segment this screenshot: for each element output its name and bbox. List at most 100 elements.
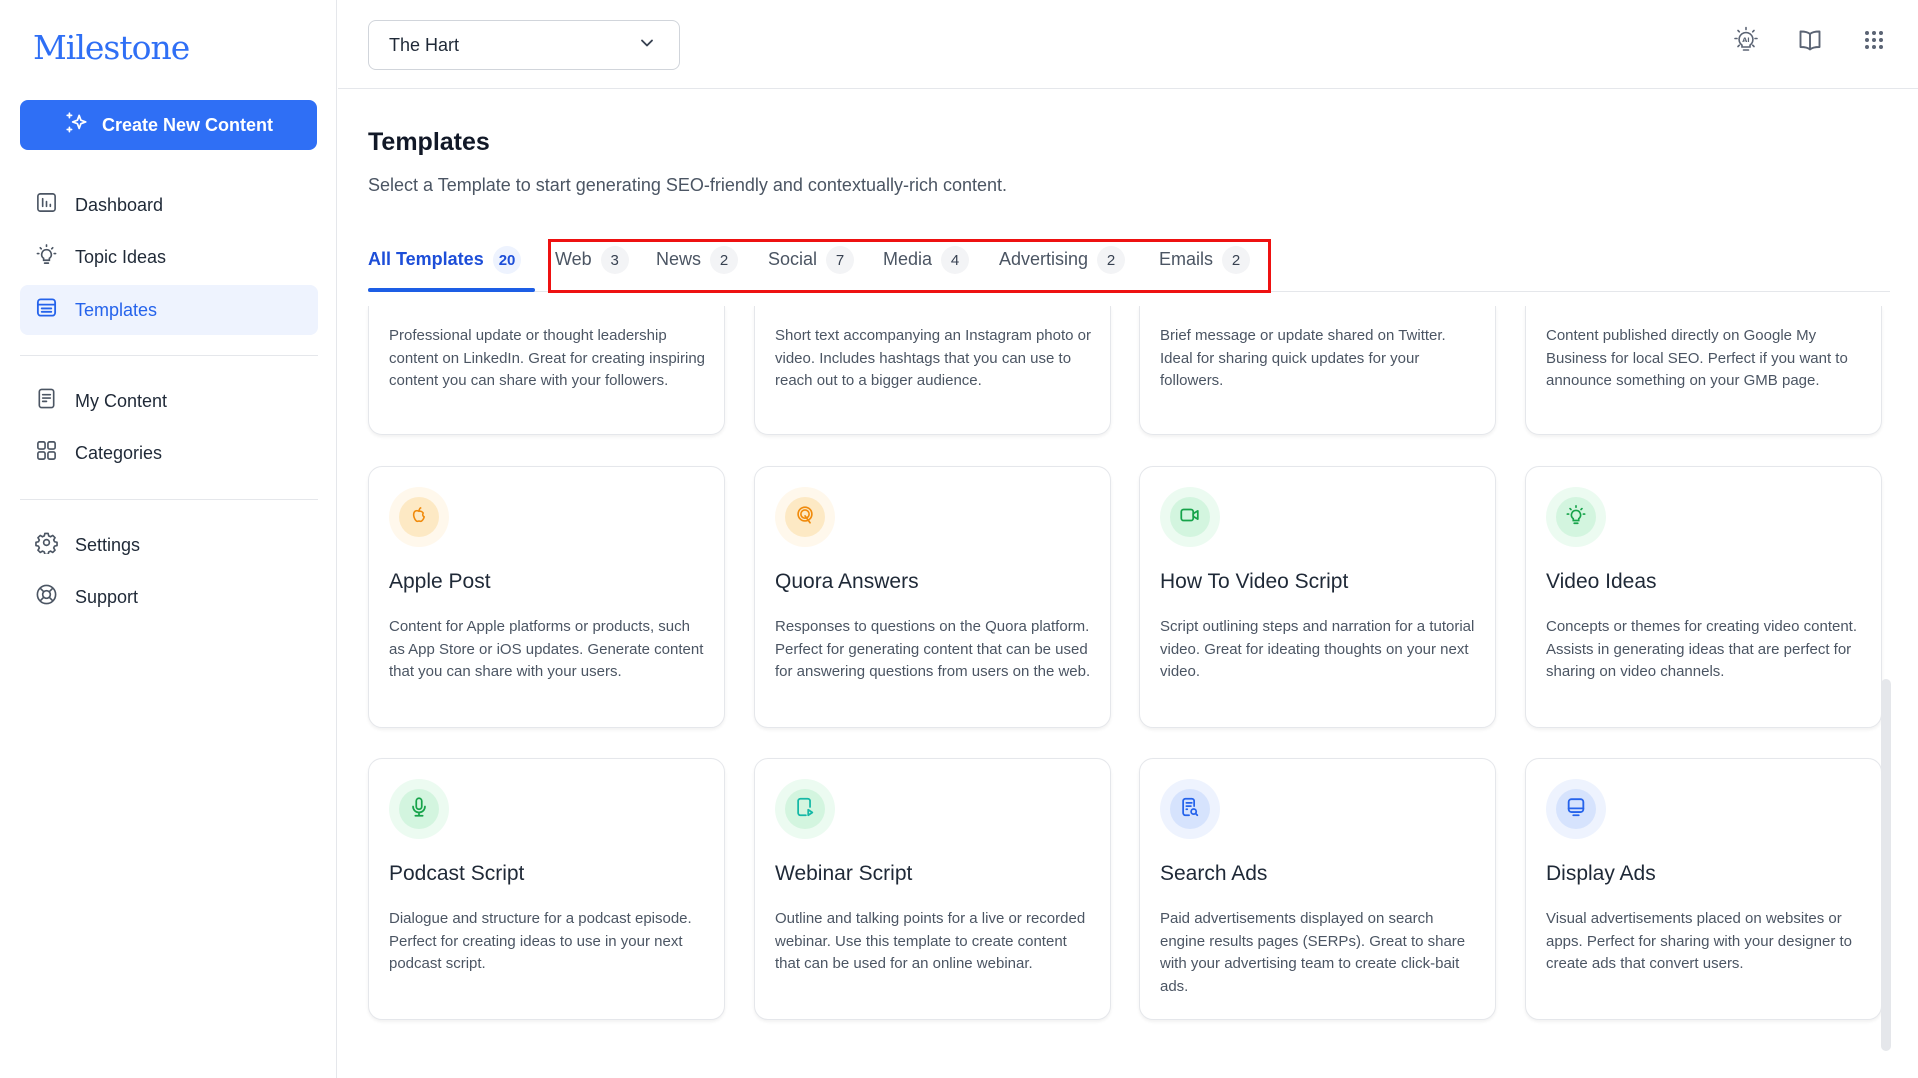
card-description: Script outlining steps and narration for… <box>1160 618 1475 681</box>
sidebar-item-my-content[interactable]: My Content <box>20 376 318 426</box>
template-card-how-to-video-script[interactable]: How To Video Script Script outlining ste… <box>1139 466 1496 728</box>
tab-advertising[interactable]: Advertising 2 <box>999 243 1126 291</box>
tab-label: Media <box>883 249 933 269</box>
tab-count-badge: 3 <box>600 246 629 274</box>
sidebar-item-templates[interactable]: Templates <box>20 285 318 335</box>
card-description: Professional update or thought leadershi… <box>389 327 706 390</box>
apps-grid-icon <box>1860 26 1888 59</box>
sidebar-item-topic-ideas[interactable]: Topic Ideas <box>20 232 318 282</box>
tab-count-badge: 4 <box>941 246 970 274</box>
tab-label: News <box>656 249 702 269</box>
tab-emails[interactable]: Emails 2 <box>1159 243 1251 291</box>
tab-label: Advertising <box>999 249 1089 269</box>
grid-icon <box>35 439 58 467</box>
tab-label: Emails <box>1159 249 1214 269</box>
lightbulb-icon <box>35 243 58 271</box>
template-card-instagram-post[interactable]: Short text accompanying an Instagram pho… <box>754 306 1111 435</box>
monitor-icon <box>1565 796 1587 823</box>
card-description: Short text accompanying an Instagram pho… <box>775 327 1092 390</box>
templates-grid: Professional update or thought leadershi… <box>338 306 1898 1078</box>
card-description: Content for Apple platforms or products,… <box>389 618 704 681</box>
template-card-webinar-script[interactable]: Webinar Script Outline and talking point… <box>754 758 1111 1020</box>
template-card-gmb-post[interactable]: Content published directly on Google My … <box>1525 306 1882 435</box>
ai-assistant-button[interactable]: AI <box>1732 26 1760 56</box>
lifebuoy-icon <box>35 583 58 611</box>
card-description: Dialogue and structure for a podcast epi… <box>389 910 692 973</box>
webinar-play-icon <box>794 796 816 823</box>
documentation-button[interactable] <box>1796 28 1824 56</box>
sidebar-item-label: Settings <box>75 534 141 555</box>
template-card-linkedin-post[interactable]: Professional update or thought leadershi… <box>368 306 725 435</box>
sidebar: Milestone Create New Content Dashboard T… <box>0 0 337 1078</box>
app-root: Milestone Create New Content Dashboard T… <box>0 0 1918 1078</box>
sidebar-item-dashboard[interactable]: Dashboard <box>20 180 318 230</box>
template-card-twitter-post[interactable]: Brief message or update shared on Twitte… <box>1139 306 1496 435</box>
sidebar-item-support[interactable]: Support <box>20 572 318 622</box>
lightbulb-icon <box>1565 504 1587 531</box>
header-actions: AI <box>1732 26 1888 56</box>
template-card-search-ads[interactable]: Search Ads Paid advertisements displayed… <box>1139 758 1496 1020</box>
card-title: How To Video Script <box>1160 570 1349 593</box>
svg-text:AI: AI <box>1742 36 1749 44</box>
tab-count-badge: 7 <box>826 246 855 274</box>
sidebar-item-label: Topic Ideas <box>75 246 167 267</box>
create-new-content-label: Create New Content <box>101 114 274 135</box>
apple-icon <box>408 504 430 531</box>
brand-logo[interactable]: Milestone <box>33 28 190 67</box>
card-description: Outline and talking points for a live or… <box>775 910 1086 973</box>
create-new-content-button[interactable]: Create New Content <box>20 100 317 150</box>
template-card-video-ideas[interactable]: Video Ideas Concepts or themes for creat… <box>1525 466 1882 728</box>
card-description: Content published directly on Google My … <box>1546 327 1848 390</box>
tab-label: Web <box>555 249 592 269</box>
microphone-icon <box>408 796 430 823</box>
tab-count-badge: 2 <box>1222 246 1251 274</box>
sidebar-item-categories[interactable]: Categories <box>20 428 318 478</box>
sidebar-item-settings[interactable]: Settings <box>20 520 318 570</box>
page-subtitle: Select a Template to start generating SE… <box>368 175 1008 195</box>
card-title: Display Ads <box>1546 862 1656 885</box>
sidebar-divider <box>20 499 318 500</box>
card-title: Apple Post <box>389 570 491 593</box>
card-title: Search Ads <box>1160 862 1268 885</box>
card-description: Visual advertisements placed on websites… <box>1546 910 1852 973</box>
card-title: Quora Answers <box>775 570 919 593</box>
sidebar-item-label: Dashboard <box>75 194 164 215</box>
card-description: Brief message or update shared on Twitte… <box>1160 327 1446 390</box>
page-title: Templates <box>368 128 490 156</box>
tab-all-templates[interactable]: All Templates 20 <box>368 243 535 292</box>
tab-social[interactable]: Social 7 <box>768 243 855 291</box>
chart-icon <box>35 191 58 219</box>
template-icon <box>35 296 58 324</box>
sidebar-item-label: My Content <box>75 390 168 411</box>
site-selector-value: The Hart <box>389 34 460 55</box>
search-document-icon <box>1179 796 1201 823</box>
template-card-podcast-script[interactable]: Podcast Script Dialogue and structure fo… <box>368 758 725 1020</box>
tab-web[interactable]: Web 3 <box>555 243 629 291</box>
tab-media[interactable]: Media 4 <box>883 243 970 291</box>
main-scrollbar[interactable] <box>1881 679 1891 1051</box>
apps-menu-button[interactable] <box>1860 28 1888 56</box>
sparkles-icon <box>64 110 90 141</box>
quora-icon <box>794 504 816 531</box>
video-camera-icon <box>1179 504 1201 531</box>
chevron-down-icon <box>637 33 657 58</box>
tab-news[interactable]: News 2 <box>656 243 739 291</box>
template-card-display-ads[interactable]: Display Ads Visual advertisements placed… <box>1525 758 1882 1020</box>
sidebar-item-label: Support <box>75 586 139 607</box>
template-card-quora-answers[interactable]: Quora Answers Responses to questions on … <box>754 466 1111 728</box>
gear-icon <box>35 531 58 559</box>
card-title: Podcast Script <box>389 862 525 885</box>
sidebar-item-label: Templates <box>75 299 158 320</box>
template-card-apple-post[interactable]: Apple Post Content for Apple platforms o… <box>368 466 725 728</box>
sidebar-item-label: Categories <box>75 442 163 463</box>
tab-count-badge: 2 <box>1097 246 1126 274</box>
card-title: Webinar Script <box>775 862 913 885</box>
category-tabs: All Templates 20 Web 3 News 2 Social 7 M… <box>368 243 1890 292</box>
tab-label: All Templates <box>368 249 484 269</box>
tab-count-badge: 20 <box>492 246 522 274</box>
tab-count-badge: 2 <box>710 246 739 274</box>
tab-label: Social <box>768 249 818 269</box>
site-selector-dropdown[interactable]: The Hart <box>368 20 680 70</box>
card-description: Responses to questions on the Quora plat… <box>775 618 1091 681</box>
book-icon <box>1796 26 1824 59</box>
